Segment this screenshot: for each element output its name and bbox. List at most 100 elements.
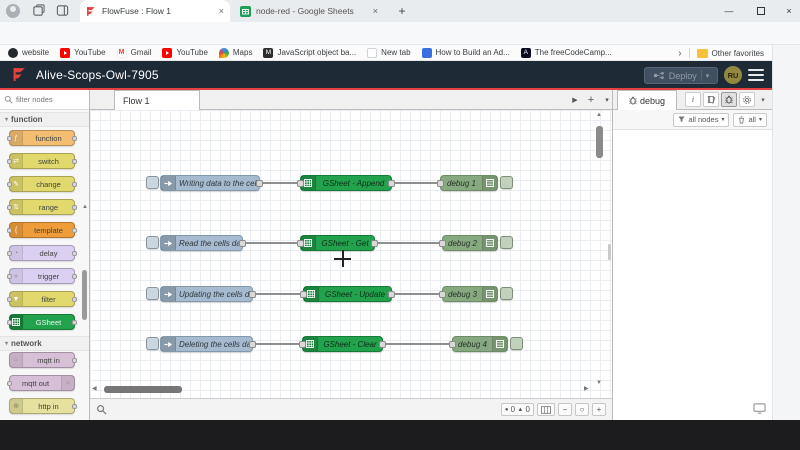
- inject-button[interactable]: [146, 337, 159, 350]
- debug-tab[interactable]: debug: [617, 90, 677, 110]
- palette-node-mqtt-in[interactable]: ≈mqtt in: [9, 352, 75, 368]
- palette-node-delay[interactable]: ◔delay: [9, 245, 75, 261]
- close-tab-icon[interactable]: ×: [373, 6, 378, 16]
- scrollbar-thumb[interactable]: [596, 126, 603, 158]
- palette-node-range[interactable]: ⇅range: [9, 199, 75, 215]
- bookmark-item[interactable]: New tab: [367, 48, 410, 58]
- debug-node[interactable]: debug 2: [442, 235, 498, 251]
- panel-resize-handle[interactable]: [608, 244, 611, 260]
- debug-node[interactable]: debug 3: [442, 286, 498, 302]
- bookmarks-overflow-icon[interactable]: ›: [678, 48, 681, 59]
- inject-node[interactable]: Read the cells data: [160, 235, 243, 251]
- palette-category-network[interactable]: ▾network: [0, 336, 89, 351]
- deploy-options-icon[interactable]: ▾: [706, 72, 710, 80]
- close-tab-icon[interactable]: ×: [219, 6, 224, 16]
- maximize-button[interactable]: [746, 0, 776, 22]
- zoom-out-button[interactable]: −: [558, 403, 572, 416]
- debug-clear-button[interactable]: all▾: [733, 113, 767, 127]
- palette-node-switch[interactable]: ⇄switch: [9, 153, 75, 169]
- bookmark-item[interactable]: MGmail: [117, 48, 152, 58]
- debug-tab-button[interactable]: [721, 92, 737, 107]
- canvas-vscrollbar[interactable]: ▲ ▼: [594, 112, 606, 392]
- navigator-toggle-button[interactable]: [537, 403, 555, 416]
- flow-tab[interactable]: Flow 1: [114, 90, 200, 110]
- gsheet-node[interactable]: GSheet - Append: [300, 175, 392, 191]
- profile-avatar[interactable]: [6, 4, 20, 18]
- device-monitor-icon[interactable]: [753, 403, 766, 414]
- debug-toggle-button[interactable]: [510, 337, 523, 350]
- tab-group-icon[interactable]: [32, 4, 46, 18]
- debug-icon: [482, 176, 497, 190]
- scrollbar-thumb[interactable]: [104, 386, 182, 393]
- inject-button[interactable]: [146, 287, 159, 300]
- palette-category-function[interactable]: ▾function: [0, 112, 89, 127]
- gsheet-node[interactable]: GSheet - Clear: [302, 336, 383, 352]
- palette-node-function[interactable]: ƒfunction: [9, 130, 75, 146]
- scroll-left-icon[interactable]: ◀: [92, 386, 97, 392]
- bookmark-item[interactable]: AThe freeCodeCamp...: [521, 48, 612, 58]
- tab-flowfuse[interactable]: FlowFuse : Flow 1 ×: [80, 0, 230, 22]
- gsheet-node[interactable]: GSheet - Get: [300, 235, 375, 251]
- info-tab-button[interactable]: i: [685, 92, 701, 107]
- inject-button[interactable]: [146, 236, 159, 249]
- sidebar-header: debug i ▾: [613, 90, 772, 110]
- debug-toggle-button[interactable]: [500, 236, 513, 249]
- palette-node-mqtt-out[interactable]: mqtt out≈: [9, 375, 75, 391]
- bookmark-item[interactable]: How to Build an Ad...: [422, 48, 510, 58]
- notifications-counter[interactable]: ● 0 ▲ 0: [501, 403, 534, 416]
- wire: [253, 343, 302, 345]
- palette-filter-input[interactable]: [16, 95, 78, 104]
- palette-node-http-in[interactable]: ⊕http in: [9, 398, 75, 414]
- sheets-favicon: [240, 6, 251, 17]
- config-tab-button[interactable]: [739, 92, 755, 107]
- gsheet-node[interactable]: GSheet - Update: [303, 286, 392, 302]
- scroll-right-icon[interactable]: ▶: [584, 386, 589, 392]
- scroll-down-icon[interactable]: ▼: [596, 380, 602, 386]
- palette-node-change[interactable]: ✎change: [9, 176, 75, 192]
- debug-node[interactable]: debug 1: [440, 175, 498, 191]
- main-menu-icon[interactable]: [748, 69, 764, 81]
- inject-node[interactable]: Deleting the cells data: [160, 336, 253, 352]
- add-flow-button[interactable]: +: [584, 93, 598, 107]
- palette-node-filter[interactable]: ▼filter: [9, 291, 75, 307]
- scroll-up-icon[interactable]: ▲: [82, 204, 88, 210]
- tab-actions-icon[interactable]: [56, 4, 70, 18]
- inject-button[interactable]: [146, 176, 159, 189]
- bookmark-item[interactable]: Maps: [219, 48, 253, 58]
- bookmark-item[interactable]: MJavaScript object ba...: [263, 48, 356, 58]
- canvas-search-icon[interactable]: [96, 404, 107, 415]
- bookmark-item[interactable]: YouTube: [60, 48, 105, 58]
- scrollbar-thumb[interactable]: [82, 270, 87, 320]
- palette-node-trigger[interactable]: »trigger: [9, 268, 75, 284]
- bookmark-item[interactable]: YouTube: [162, 48, 207, 58]
- other-favorites-button[interactable]: Other favorites: [697, 49, 764, 58]
- wire: [383, 343, 452, 345]
- close-window-button[interactable]: ×: [778, 0, 800, 22]
- inject-node[interactable]: Updating the cells data: [160, 286, 253, 302]
- palette-search[interactable]: [0, 90, 89, 110]
- sidebar-menu-icon[interactable]: ▾: [757, 92, 769, 107]
- palette-node-gsheet[interactable]: GSheet: [9, 314, 75, 330]
- deploy-button[interactable]: Deploy ▾: [644, 67, 718, 84]
- zoom-reset-button[interactable]: ○: [575, 403, 589, 416]
- canvas-hscrollbar[interactable]: ◀ ▶: [92, 384, 592, 396]
- palette-node-template[interactable]: {template: [9, 222, 75, 238]
- bookmark-item[interactable]: website: [8, 48, 49, 58]
- help-tab-button[interactable]: [703, 92, 719, 107]
- scroll-up-icon[interactable]: ▲: [596, 112, 602, 118]
- tab-google-sheets[interactable]: node-red - Google Sheets ×: [234, 0, 384, 22]
- new-tab-button[interactable]: +: [394, 3, 410, 19]
- inject-node[interactable]: Writing data to the cells: [160, 175, 260, 191]
- minimize-button[interactable]: —: [714, 0, 744, 22]
- debug-icon: [482, 236, 497, 250]
- debug-filter-button[interactable]: all nodes▾: [673, 113, 729, 127]
- zoom-in-button[interactable]: +: [592, 403, 606, 416]
- flow-list-button[interactable]: ▶: [568, 93, 582, 107]
- debug-messages-area: [613, 130, 772, 420]
- debug-node[interactable]: debug 4: [452, 336, 508, 352]
- flow-canvas[interactable]: Writing data to the cells GSheet - Appen…: [90, 110, 612, 398]
- palette-scrollbar[interactable]: ▲ ▼: [82, 202, 88, 450]
- debug-toggle-button[interactable]: [500, 176, 513, 189]
- debug-toggle-button[interactable]: [500, 287, 513, 300]
- user-avatar[interactable]: RU: [724, 66, 742, 84]
